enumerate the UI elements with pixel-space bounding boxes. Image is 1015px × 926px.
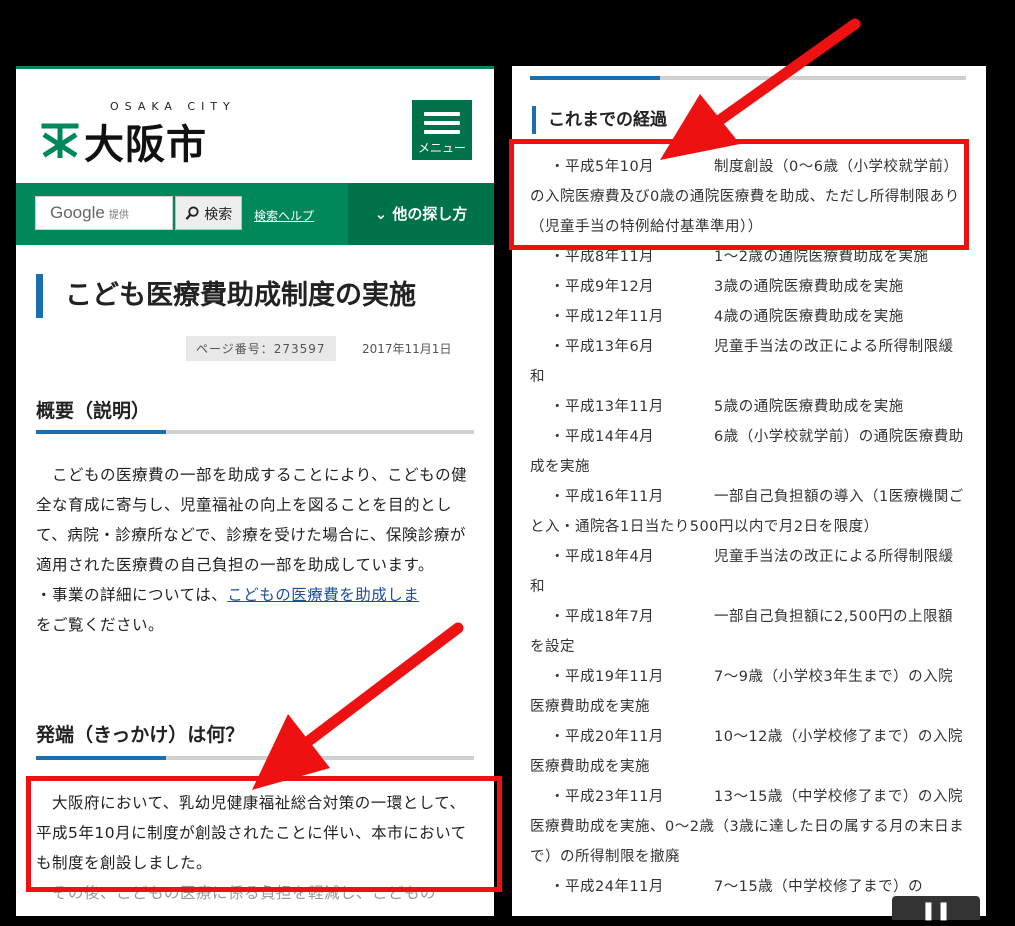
page-title: こども医療費助成制度の実施	[36, 274, 416, 318]
overview-heading-rule	[36, 430, 474, 434]
history-item-date: ・平成18年7月	[550, 609, 655, 625]
google-provider-label: 提供	[108, 210, 129, 221]
search-icon	[185, 206, 199, 220]
page-date: 2017年11月1日	[362, 342, 452, 356]
overview-text: こどもの医療費の一部を助成することにより、こどもの健全な育成に寄与し、児童福祉の…	[36, 466, 468, 574]
annotation-box-history	[509, 139, 969, 250]
search-button[interactable]: 検索	[175, 196, 242, 230]
menu-label: メニュー	[417, 141, 466, 155]
annotation-box-origin	[26, 776, 502, 892]
detail-suffix: をご覧ください。	[36, 616, 165, 634]
history-item: ・平成13年11月 5歳の通院医療費助成を実施	[530, 392, 966, 422]
hamburger-icon	[424, 112, 460, 134]
history-item-date: ・平成24年11月	[550, 879, 664, 895]
history-item-date: ・平成12年11月	[550, 309, 664, 325]
page-number-badge: ページ番号：273597	[186, 336, 336, 361]
history-item: ・平成9年12月 3歳の通院医療費助成を実施	[530, 272, 966, 302]
history-item-date: ・平成16年11月	[550, 489, 664, 505]
google-logo: Google	[50, 203, 105, 222]
overview-heading: 概要（説明）	[36, 400, 151, 422]
overview-paragraph: こどもの医療費の一部を助成することにより、こどもの健全な育成に寄与し、児童福祉の…	[36, 460, 476, 640]
history-item: ・平成12年11月 4歳の通院医療費助成を実施	[530, 302, 966, 332]
history-item-date: ・平成19年11月	[550, 669, 664, 685]
top-section-rule	[530, 76, 966, 80]
search-input[interactable]: Google 提供	[35, 196, 173, 230]
history-item-date: ・平成14年4月	[550, 429, 655, 445]
history-item-date: ・平成23年11月	[550, 789, 664, 805]
search-help-link[interactable]: 検索ヘルプ	[254, 207, 314, 224]
history-item-date: ・平成13年11月	[550, 399, 664, 415]
corner-control-button[interactable]: ❚❚	[892, 896, 980, 921]
history-item: ・平成13年6月 児童手当法の改正による所得制限緩和	[530, 332, 966, 392]
history-item-date: ・平成20年11月	[550, 729, 664, 745]
history-item-text: 7～15歳（中学校修了まで）の	[714, 879, 924, 895]
history-item-text: 4歳の通院医療費助成を実施	[714, 309, 904, 325]
history-item: ・平成18年7月 一部自己負担額に2,500円の上限額を設定	[530, 602, 966, 662]
history-item-date: ・平成9年12月	[550, 279, 655, 295]
history-item-date: ・平成13年6月	[550, 339, 655, 355]
origin-heading: 発端（きっかけ）は何？	[36, 724, 245, 746]
history-list: ・平成5年10月 制度創設（0～6歳（小学校就学前）の入院医療費及び0歳の通院医療…	[530, 152, 966, 902]
logo-text: 大阪市	[84, 122, 207, 168]
origin-heading-rule	[36, 756, 474, 760]
other-search-button[interactable]: ⌄ 他の探し方	[348, 183, 494, 245]
history-heading: これまでの経過	[532, 106, 667, 134]
history-item: ・平成23年11月 13～15歳（中学校修了まで）の入院医療費助成を実施、0～2歳…	[530, 782, 966, 872]
search-bar: Google 提供 検索 検索ヘルプ ⌄ 他の探し方	[16, 183, 494, 245]
history-item-text: 5歳の通院医療費助成を実施	[714, 399, 904, 415]
menu-button[interactable]: メニュー	[412, 100, 472, 160]
other-search-label: 他の探し方	[392, 205, 468, 223]
history-item: ・平成20年11月 10～12歳（小学校修了まで）の入院医療費助成を実施	[530, 722, 966, 782]
detail-link[interactable]: こどもの医療費を助成しま	[227, 586, 419, 604]
history-item-text: 3歳の通院医療費助成を実施	[714, 279, 904, 295]
history-item: ・平成19年11月 7～9歳（小学校3年生まで）の入院医療費助成を実施	[530, 662, 966, 722]
history-item: ・平成16年11月 一部自己負担額の導入（1医療機関ごと入・通院各1日当たり500…	[530, 482, 966, 542]
history-item-text: 1～2歳の通院医療費助成を実施	[714, 249, 929, 265]
search-button-label: 検索	[204, 207, 233, 223]
chevron-down-icon: ⌄	[374, 205, 388, 223]
pause-icon: ❚❚	[920, 900, 952, 921]
history-item: ・平成18年4月 児童手当法の改正による所得制限緩和	[530, 542, 966, 602]
history-item-date: ・平成18年4月	[550, 549, 655, 565]
top-accent-line	[16, 66, 494, 69]
osaka-city-emblem-icon	[41, 123, 79, 158]
detail-prefix: ・事業の詳細については、	[36, 586, 228, 604]
history-item: ・平成14年4月 6歳（小学校就学前）の通院医療費助成を実施	[530, 422, 966, 482]
